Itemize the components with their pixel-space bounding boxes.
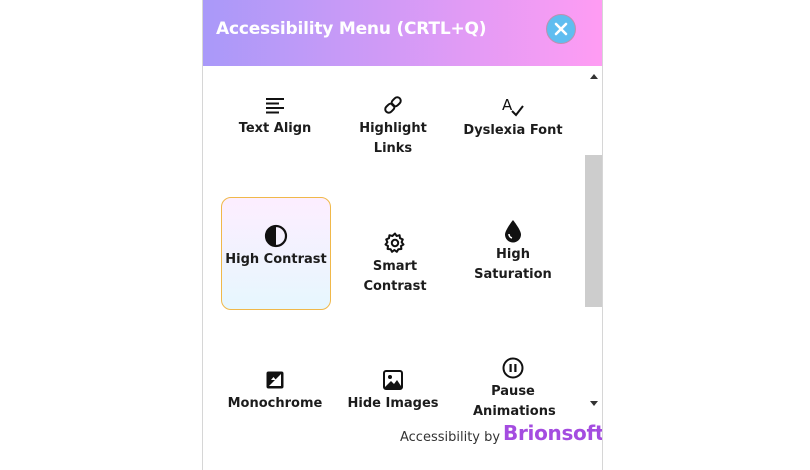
tile-monochrome[interactable]: Monochrome — [220, 368, 330, 414]
link-icon — [380, 93, 406, 117]
tile-text-align[interactable]: Text Align — [220, 93, 330, 139]
tile-label: Dyslexia Font — [463, 123, 563, 138]
scroll-up-arrow-icon[interactable] — [590, 74, 598, 79]
tile-label: High Saturation — [474, 247, 552, 282]
tile-label: Highlight Links — [359, 121, 427, 156]
scroll-down-arrow-icon[interactable] — [590, 401, 598, 406]
pause-icon — [500, 356, 526, 380]
tile-highlight-links[interactable]: Highlight Links — [338, 93, 448, 159]
tile-label: Smart Contrast — [363, 259, 427, 294]
gear-icon — [382, 231, 408, 255]
tile-pause-animations[interactable]: Pause Animations — [458, 356, 568, 417]
tile-high-contrast[interactable]: High Contrast — [221, 197, 331, 310]
text-align-icon — [262, 93, 288, 117]
scrollbar-thumb[interactable] — [585, 155, 602, 307]
tile-smart-contrast[interactable]: Smart Contrast — [340, 231, 450, 297]
close-button[interactable] — [546, 14, 576, 44]
tile-high-saturation[interactable]: High Saturation — [458, 219, 568, 285]
tile-label: Hide Images — [347, 396, 439, 411]
dyslexia-font-icon: A — [500, 95, 526, 119]
footer-credit-text: Accessibility by — [400, 430, 501, 445]
vertical-scrollbar[interactable] — [585, 66, 602, 417]
panel-title: Accessibility Menu (CRTL+Q) — [216, 19, 487, 39]
tile-hide-images[interactable]: Hide Images — [338, 368, 448, 414]
tile-label: High Contrast — [225, 251, 327, 267]
contrast-icon — [263, 224, 289, 248]
panel-header: Accessibility Menu (CRTL+Q) — [203, 0, 602, 66]
accessibility-panel: Accessibility Menu (CRTL+Q) Text Align H… — [202, 0, 603, 470]
close-icon — [554, 22, 568, 36]
feature-grid: Text Align Highlight Links A Dyslexia Fo… — [203, 66, 584, 417]
panel-footer: Accessibility by Brionsoft — [203, 417, 602, 470]
tile-label: Pause Animations — [473, 384, 556, 417]
image-icon — [380, 368, 406, 392]
svg-text:A: A — [502, 96, 513, 114]
tile-label: Monochrome — [227, 396, 323, 411]
tile-dyslexia-font[interactable]: A Dyslexia Font — [458, 95, 568, 141]
brand-link[interactable]: Brionsoft — [503, 421, 602, 445]
monochrome-icon — [262, 368, 288, 392]
droplet-icon — [500, 219, 526, 243]
tile-label: Text Align — [238, 121, 312, 136]
